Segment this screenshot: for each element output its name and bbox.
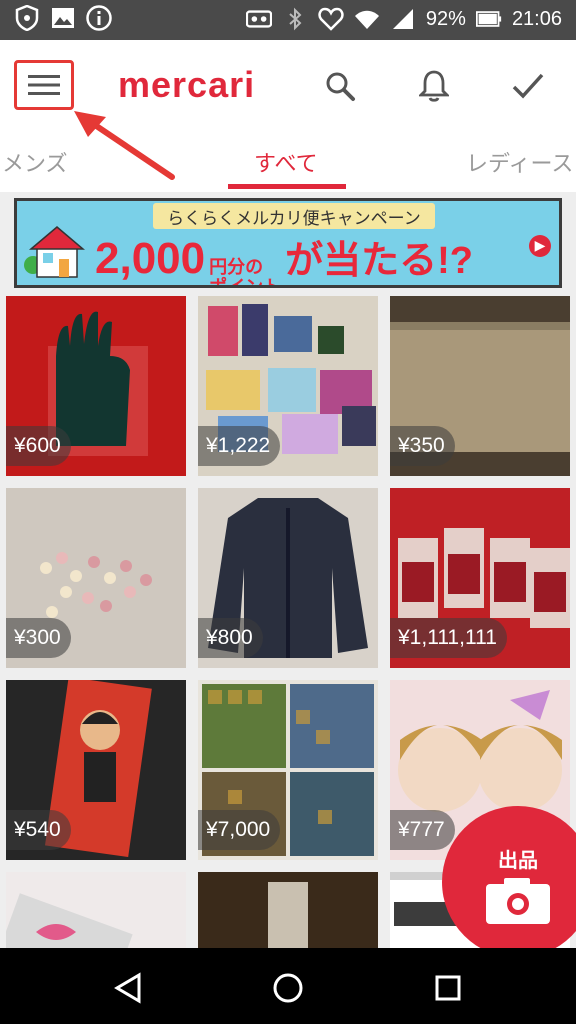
search-icon bbox=[326, 72, 355, 101]
price-tag: ¥300 bbox=[6, 618, 71, 658]
product-tile[interactable]: ¥350 bbox=[390, 296, 570, 476]
shield-icon bbox=[14, 5, 40, 31]
back-button[interactable] bbox=[108, 968, 148, 1008]
price-tag: ¥1,222 bbox=[198, 426, 281, 466]
battery-icon bbox=[475, 6, 502, 32]
banner-amount: 2,000 bbox=[95, 234, 206, 283]
banner-main-text: 2,000 円分の ポイント が当たる!? bbox=[95, 229, 535, 285]
camera-icon bbox=[486, 878, 550, 924]
wifi-icon bbox=[354, 6, 380, 32]
banner-headline: らくらくメルカリ便キャンペーン bbox=[153, 203, 435, 229]
price-tag: ¥540 bbox=[6, 810, 71, 850]
house-illustration bbox=[24, 226, 85, 278]
bluetooth-icon bbox=[282, 6, 308, 32]
product-tile[interactable]: ¥7,000 bbox=[198, 680, 378, 860]
back-icon bbox=[114, 972, 141, 1004]
menu-button[interactable] bbox=[14, 60, 74, 110]
recents-icon bbox=[435, 975, 461, 1001]
tab-all[interactable]: すべて bbox=[254, 146, 318, 178]
status-bar: 92% 21:06 bbox=[0, 0, 576, 40]
notifications-button[interactable] bbox=[414, 64, 454, 108]
battery-percent: 92% bbox=[425, 7, 466, 30]
price-tag: ¥7,000 bbox=[198, 810, 281, 850]
app-logo: mercari bbox=[118, 64, 256, 105]
hamburger-icon bbox=[28, 75, 60, 95]
chevron-right-icon: ▶ bbox=[529, 235, 551, 257]
campaign-banner[interactable]: らくらくメルカリ便キャンペーン 2,000 円分の ポイント が当たる!? ▶ bbox=[14, 198, 562, 288]
heart-icon bbox=[318, 6, 344, 32]
banner-tail: が当たる!? bbox=[285, 240, 473, 282]
price-tag: ¥800 bbox=[198, 618, 263, 658]
product-tile[interactable]: ¥300 bbox=[6, 488, 186, 668]
home-icon bbox=[273, 973, 303, 1003]
signal-icon bbox=[390, 6, 416, 32]
sell-label: 出品 bbox=[498, 848, 538, 872]
recents-button[interactable] bbox=[428, 968, 468, 1008]
product-tile[interactable]: ¥600 bbox=[6, 296, 186, 476]
product-tile[interactable]: ¥1,222 bbox=[198, 296, 378, 476]
product-image-bottle bbox=[198, 872, 378, 948]
system-nav-bar bbox=[0, 948, 576, 1024]
product-tile[interactable]: ¥1,111,111 bbox=[390, 488, 570, 668]
product-tile[interactable] bbox=[198, 872, 378, 948]
home-button[interactable] bbox=[268, 968, 308, 1008]
active-tab-indicator bbox=[228, 184, 346, 189]
price-tag: ¥600 bbox=[6, 426, 71, 466]
clock: 21:06 bbox=[511, 7, 562, 30]
price-tag: ¥1,111,111 bbox=[390, 618, 507, 658]
bell-icon bbox=[419, 70, 449, 102]
banner-unit-bottom: ポイント bbox=[209, 277, 282, 288]
product-tile[interactable] bbox=[6, 872, 186, 948]
tab-ladies[interactable]: レディース bbox=[466, 146, 573, 178]
product-tile[interactable]: ¥540 bbox=[6, 680, 186, 860]
banner-unit-top: 円分の bbox=[209, 257, 264, 277]
price-tag: ¥777 bbox=[390, 810, 455, 850]
info-icon bbox=[86, 5, 112, 31]
todo-button[interactable] bbox=[508, 64, 548, 108]
annotation-arrow bbox=[74, 111, 175, 180]
tab-mens[interactable]: メンズ bbox=[2, 146, 68, 178]
search-button[interactable] bbox=[320, 64, 360, 108]
price-tag: ¥350 bbox=[390, 426, 455, 466]
product-image-lips bbox=[6, 872, 186, 948]
voicemail-icon bbox=[245, 6, 272, 32]
image-icon bbox=[50, 5, 76, 31]
product-tile[interactable]: ¥800 bbox=[198, 488, 378, 668]
check-icon bbox=[512, 73, 544, 99]
